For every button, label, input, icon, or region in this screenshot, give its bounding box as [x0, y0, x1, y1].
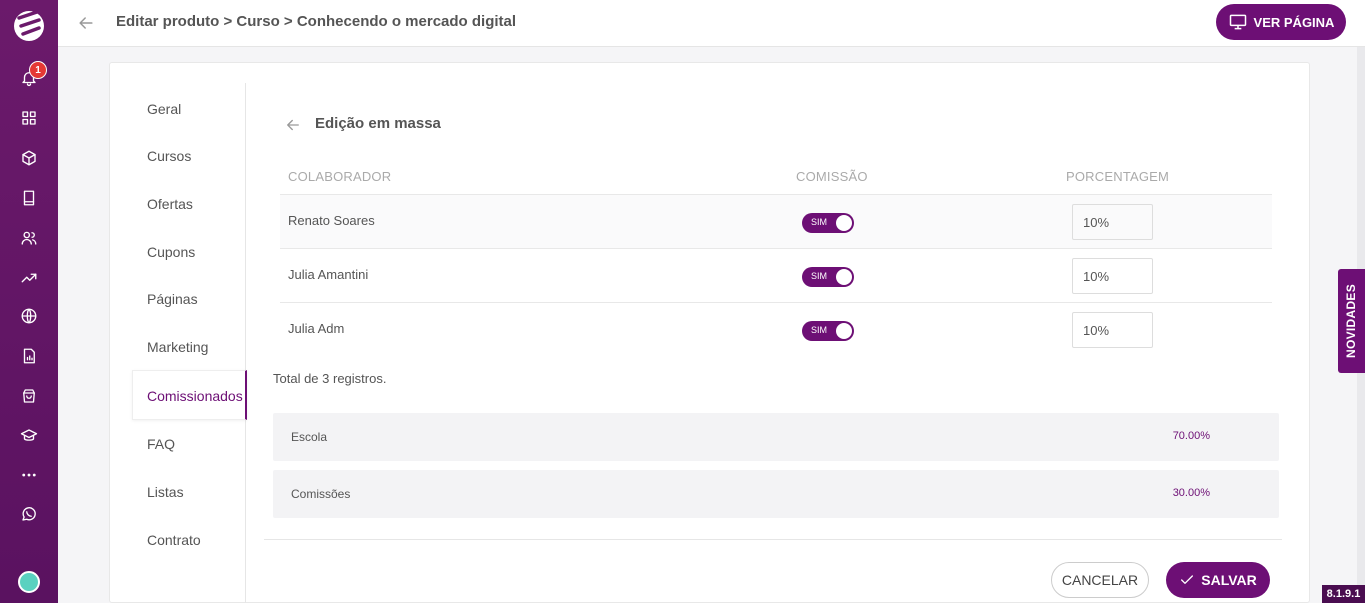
nav-item-paginas[interactable]: Páginas — [147, 291, 198, 307]
commission-toggle[interactable]: SIM — [802, 267, 854, 287]
percentage-input[interactable]: 10% — [1072, 204, 1153, 240]
toggle-knob — [836, 323, 852, 339]
divider — [264, 539, 1282, 540]
bag-icon[interactable] — [19, 386, 39, 406]
globe-icon[interactable] — [19, 306, 39, 326]
section-title: Edição em massa — [315, 115, 441, 132]
table-row: Julia Adm SIM 10% — [280, 302, 1272, 356]
collaborator-name: Julia Amantini — [288, 267, 369, 282]
report-icon[interactable] — [19, 346, 39, 366]
total-records: Total de 3 registros. — [273, 371, 387, 386]
nav-item-marketing[interactable]: Marketing — [147, 339, 208, 355]
summary-value: 70.00% — [1172, 430, 1210, 442]
view-page-button[interactable]: VER PÁGINA — [1216, 4, 1346, 40]
monitor-icon — [1229, 14, 1246, 30]
trend-icon[interactable] — [19, 268, 39, 288]
collaborator-name: Julia Adm — [288, 321, 345, 336]
breadcrumb: Editar produto > Curso > Conhecendo o me… — [116, 13, 517, 30]
column-header-comissao: COMISSÃO — [796, 169, 868, 184]
percentage-input[interactable]: 10% — [1072, 312, 1153, 348]
summary-row-escola: Escola 70.00% — [273, 413, 1279, 461]
more-icon[interactable] — [19, 465, 39, 485]
column-header-colaborador: COLABORADOR — [288, 169, 392, 184]
book-icon[interactable] — [19, 188, 39, 208]
table-row: Renato Soares SIM 10% — [280, 194, 1272, 248]
cancel-button[interactable]: CANCELAR — [1051, 562, 1149, 598]
toggle-label: SIM — [811, 325, 828, 335]
nav-item-comissionados[interactable]: Comissionados — [147, 388, 243, 404]
product-nav: Geral Cursos Ofertas Cupons Páginas Mark… — [110, 83, 247, 603]
brand-logo[interactable] — [9, 4, 49, 44]
toggle-label: SIM — [811, 271, 828, 281]
graduation-icon[interactable] — [19, 426, 39, 446]
grid-icon[interactable] — [19, 108, 39, 128]
nav-item-contrato[interactable]: Contrato — [147, 532, 201, 548]
percentage-input[interactable]: 10% — [1072, 258, 1153, 294]
box-icon[interactable] — [19, 148, 39, 168]
whatsapp-icon[interactable] — [19, 504, 39, 524]
users-icon[interactable] — [19, 228, 39, 248]
novidades-label: NOVIDADES — [1344, 283, 1359, 359]
novidades-tab[interactable]: NOVIDADES — [1338, 269, 1365, 373]
summary-label: Comissões — [291, 487, 351, 501]
nav-item-geral[interactable]: Geral — [147, 101, 181, 117]
back-arrow-icon[interactable] — [76, 13, 96, 33]
nav-item-faq[interactable]: FAQ — [147, 436, 175, 452]
commission-toggle[interactable]: SIM — [802, 321, 854, 341]
nav-item-listas[interactable]: Listas — [147, 484, 184, 500]
toggle-knob — [836, 215, 852, 231]
summary-row-comissoes: Comissões 30.00% — [273, 470, 1279, 518]
check-icon — [1181, 575, 1194, 584]
avatar[interactable] — [18, 571, 40, 593]
commission-toggle[interactable]: SIM — [802, 213, 854, 233]
save-button[interactable]: SALVAR — [1166, 562, 1270, 598]
nav-item-cursos[interactable]: Cursos — [147, 148, 191, 164]
content-card: Geral Cursos Ofertas Cupons Páginas Mark… — [109, 62, 1310, 603]
save-label: SALVAR — [1201, 572, 1257, 588]
summary-label: Escola — [291, 430, 328, 444]
collaborator-name: Renato Soares — [288, 213, 375, 228]
back-arrow-icon[interactable] — [284, 116, 302, 134]
view-page-label: VER PÁGINA — [1253, 14, 1335, 30]
top-bar: Editar produto > Curso > Conhecendo o me… — [58, 0, 1365, 47]
left-rail: 1 — [0, 0, 58, 603]
toggle-label: SIM — [811, 217, 828, 227]
summary-value: 30.00% — [1172, 487, 1210, 499]
version-badge: 8.1.9.1 — [1322, 585, 1365, 603]
column-header-porcentagem: PORCENTAGEM — [1066, 169, 1170, 184]
nav-item-cupons[interactable]: Cupons — [147, 244, 195, 260]
nav-item-ofertas[interactable]: Ofertas — [147, 196, 193, 212]
table-row: Julia Amantini SIM 10% — [280, 248, 1272, 302]
notification-badge: 1 — [29, 61, 47, 79]
toggle-knob — [836, 269, 852, 285]
